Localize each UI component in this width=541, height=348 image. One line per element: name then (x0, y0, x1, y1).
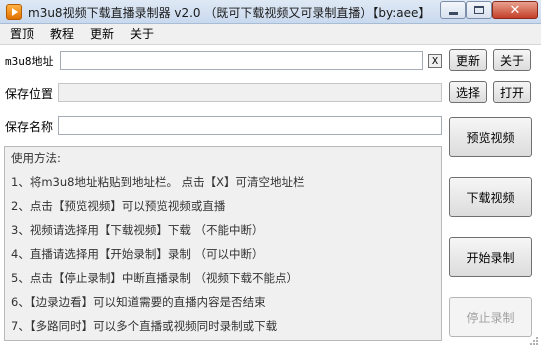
stop-recording-button[interactable]: 停止录制 (449, 297, 532, 337)
menu-item-about[interactable]: 关于 (122, 24, 162, 45)
minimize-icon (448, 12, 458, 15)
maximize-icon (474, 6, 484, 14)
menu-item-update[interactable]: 更新 (82, 24, 122, 45)
url-input[interactable] (60, 51, 423, 70)
start-recording-button[interactable]: 开始录制 (449, 237, 532, 277)
save-name-input[interactable] (58, 116, 442, 135)
instruction-line: 5、点击【停止录制】中断直播录制 （视频下载不能点） (11, 271, 298, 285)
instruction-line: 4、直播请选择用【开始录制】录制 （可以中断） (11, 247, 264, 261)
minimize-button[interactable] (440, 1, 466, 19)
close-icon: ✕ (509, 2, 521, 18)
preview-video-button[interactable]: 预览视频 (449, 117, 532, 157)
window-title: m3u8视频下载直播录制器 v2.0 （既可下载视频又可录制直播）【by:aee… (28, 6, 431, 20)
instructions-panel: 使用方法: 1、将m3u8地址粘贴到地址栏。 点击【X】可清空地址栏 2、点击【… (4, 146, 442, 341)
about-button[interactable]: 关于 (493, 49, 531, 71)
open-folder-button[interactable]: 打开 (493, 81, 531, 103)
update-button[interactable]: 更新 (449, 49, 487, 71)
instruction-line: 2、点击【预览视频】可以预览视频或直播 (11, 199, 226, 213)
resize-grip-icon[interactable] (529, 336, 539, 346)
save-path-input[interactable] (58, 83, 442, 102)
menu-item-tutorial[interactable]: 教程 (42, 24, 82, 45)
title-bar: m3u8视频下载直播录制器 v2.0 （既可下载视频又可录制直播）【by:aee… (0, 0, 541, 24)
maximize-button[interactable] (466, 1, 492, 19)
save-path-label: 保存位置 (5, 87, 54, 101)
url-label: m3u8地址 (5, 55, 54, 68)
menu-bar: 置顶 教程 更新 关于 (0, 24, 541, 45)
choose-folder-button[interactable]: 选择 (449, 81, 487, 103)
instruction-line: 1、将m3u8地址粘贴到地址栏。 点击【X】可清空地址栏 (11, 175, 305, 189)
clear-url-button[interactable]: X (428, 54, 442, 68)
instruction-line: 3、视频请选择用【下载视频】下载 （不能中断） (11, 223, 264, 237)
menu-item-pin[interactable]: 置顶 (2, 24, 42, 45)
instructions-title: 使用方法: (11, 151, 61, 165)
download-video-button[interactable]: 下载视频 (449, 177, 532, 217)
app-icon (6, 4, 22, 20)
instruction-line: 7、【多路同时】可以多个直播或视频同时录制或下载 (11, 319, 278, 333)
close-button[interactable]: ✕ (492, 1, 538, 19)
save-name-label: 保存名称 (5, 120, 54, 134)
instruction-line: 6、【边录边看】可以知道需要的直播内容是否结束 (11, 295, 266, 309)
